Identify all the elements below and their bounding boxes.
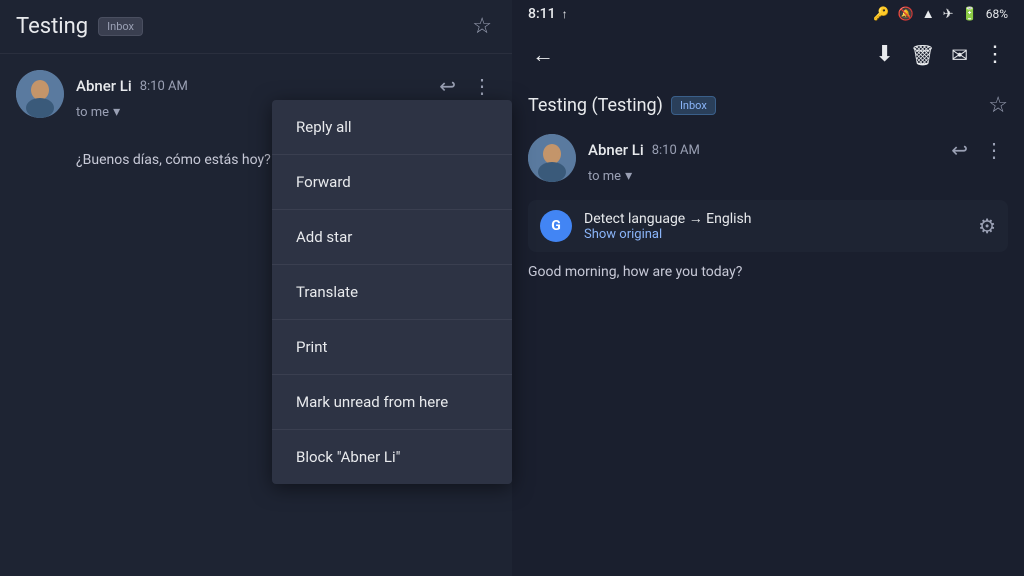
subject-text: Testing (Testing)	[528, 95, 663, 116]
mute-icon: 🔕	[898, 7, 914, 22]
email-header-row: Abner Li 8:10 AM ↩ ⋮	[76, 70, 496, 102]
right-more-icon[interactable]: ⋮	[980, 134, 1008, 166]
translate-bar: G Detect language → English Show origina…	[528, 200, 1008, 252]
sender-name: Abner Li	[76, 77, 132, 95]
battery-icon: 🔋	[962, 7, 978, 22]
right-email-item: Abner Li 8:10 AM ↩ ⋮ to me ▾	[528, 134, 1008, 184]
chevron-down-icon: ▾	[113, 104, 120, 120]
reply-icon[interactable]: ↩	[435, 70, 460, 102]
print-menu-item[interactable]: Print	[272, 320, 512, 375]
avatar-image	[16, 70, 64, 118]
status-left: 8:11 ↑	[528, 6, 568, 22]
status-bar: 8:11 ↑ 🔑 🔕 ▲ ✈ 🔋 68%	[512, 0, 1024, 28]
right-sender-name: Abner Li	[588, 141, 644, 159]
more-icon[interactable]: ⋮	[468, 70, 496, 102]
right-toolbar: ← ⬇ 🗑 ✉ ⋮	[512, 28, 1024, 81]
email-body-right: Good morning, how are you today?	[528, 264, 1008, 280]
add-star-menu-item[interactable]: Add star	[272, 210, 512, 265]
archive-button[interactable]: ⬇	[869, 36, 899, 73]
email-subject-row: Testing (Testing) Inbox ☆	[528, 93, 1008, 118]
block-sender-menu-item[interactable]: Block "Abner Li"	[272, 430, 512, 484]
status-time: 8:11	[528, 6, 556, 22]
mark-unread-menu-item[interactable]: Mark unread from here	[272, 375, 512, 430]
mark-mail-button[interactable]: ✉	[945, 37, 974, 73]
avatar-right	[528, 134, 576, 182]
forward-menu-item[interactable]: Forward	[272, 155, 512, 210]
status-right: 🔑 🔕 ▲ ✈ 🔋 68%	[873, 6, 1008, 22]
left-header-left: Testing Inbox	[16, 14, 143, 39]
translate-text: Detect language → English Show original	[584, 210, 966, 242]
avatar-image-right	[528, 134, 576, 182]
right-email-content: Abner Li 8:10 AM ↩ ⋮ to me ▾	[588, 134, 1008, 184]
app-title: Testing	[16, 14, 88, 39]
translate-icon: G	[540, 210, 572, 242]
email-subject: Testing (Testing) Inbox	[528, 95, 716, 116]
delete-button[interactable]: 🗑	[904, 37, 941, 73]
right-email-time: 8:10 AM	[652, 143, 700, 158]
email-actions: ↩ ⋮	[435, 70, 496, 102]
right-reply-icon[interactable]: ↩	[947, 134, 972, 166]
right-panel: 8:11 ↑ 🔑 🔕 ▲ ✈ 🔋 68% ← ⬇ 🗑 ✉ ⋮ Testing (…	[512, 0, 1024, 576]
right-sender-row: Abner Li 8:10 AM ↩ ⋮	[588, 134, 1008, 166]
left-header: Testing Inbox ☆	[0, 0, 512, 54]
left-panel: Testing Inbox ☆ Abner Li 8:1	[0, 0, 512, 576]
battery-level: 68%	[986, 7, 1008, 21]
reply-all-menu-item[interactable]: Reply all	[272, 100, 512, 155]
inbox-badge-left: Inbox	[98, 17, 143, 36]
more-options-button[interactable]: ⋮	[978, 36, 1012, 73]
airplane-icon: ✈	[943, 7, 954, 22]
gear-icon[interactable]: ⚙	[978, 214, 996, 238]
right-sender-info: Abner Li 8:10 AM	[588, 141, 700, 159]
show-original-link[interactable]: Show original	[584, 227, 966, 242]
translate-menu-item[interactable]: Translate	[272, 265, 512, 320]
star-button-right[interactable]: ☆	[988, 93, 1008, 118]
avatar	[16, 70, 64, 118]
sender-info: Abner Li 8:10 AM	[76, 77, 188, 95]
right-content: Testing (Testing) Inbox ☆	[512, 81, 1024, 576]
key-icon: 🔑	[873, 7, 889, 22]
email-time: 8:10 AM	[140, 79, 188, 94]
signal-up-icon: ↑	[562, 7, 568, 21]
right-to-me[interactable]: to me ▾	[588, 168, 1008, 184]
translate-label: Detect language → English	[584, 210, 966, 227]
dropdown-menu: Reply all Forward Add star Translate Pri…	[272, 100, 512, 484]
wifi-icon: ▲	[922, 6, 935, 22]
right-chevron-down-icon: ▾	[625, 168, 632, 184]
inbox-badge-right: Inbox	[671, 96, 716, 115]
star-icon[interactable]: ☆	[468, 10, 496, 43]
right-actions: ↩ ⋮	[947, 134, 1008, 166]
back-button[interactable]: ←	[524, 38, 562, 72]
